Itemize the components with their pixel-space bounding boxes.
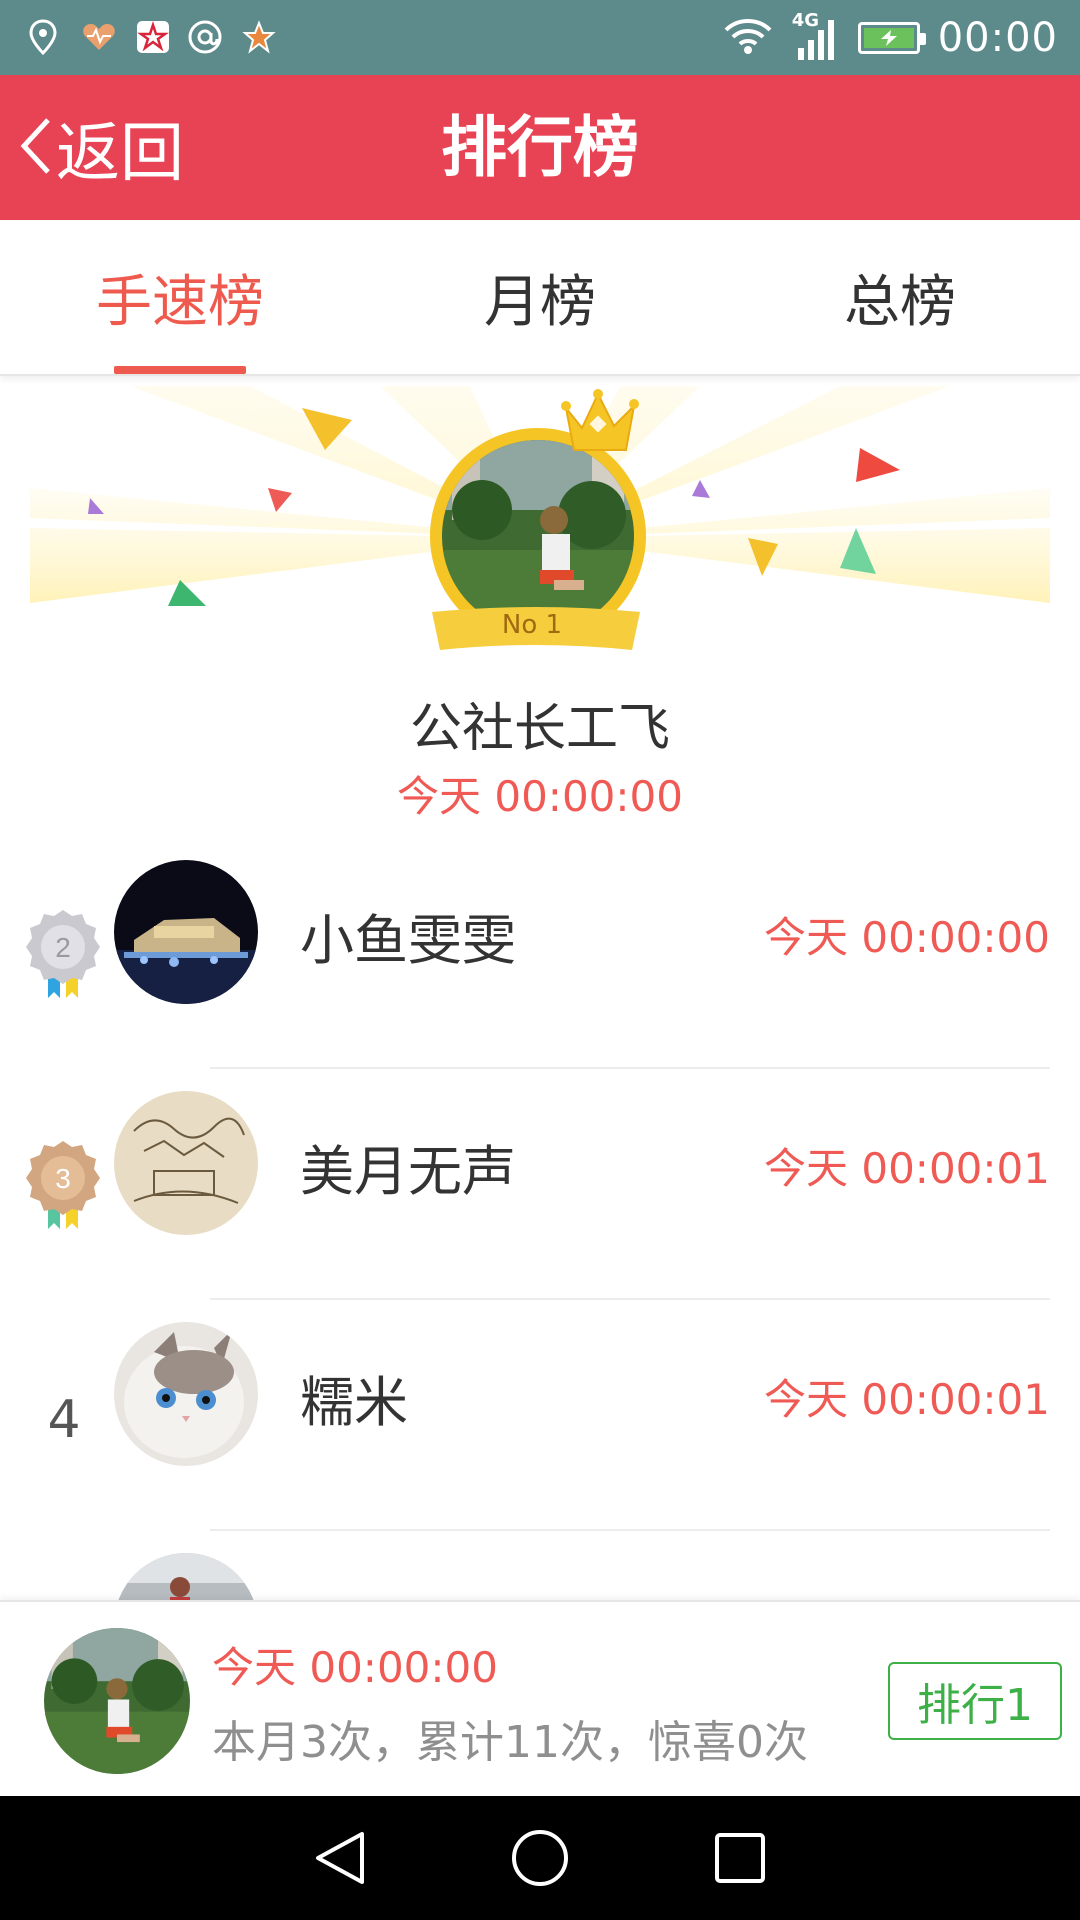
my-time: 今天 00:00:00 xyxy=(212,1643,498,1692)
ranking-row[interactable]: 2 小鱼雯雯 今天 00:00:00 xyxy=(0,838,1080,1069)
row-username: 糯米 xyxy=(300,1371,408,1434)
status-time: 00:00 xyxy=(937,15,1058,61)
bronze-medal-icon: 3 xyxy=(26,1141,100,1229)
silver-medal-icon: 2 xyxy=(26,910,100,998)
star-icon xyxy=(240,18,278,56)
champion-section: No 1 公社长工飞 今天 00:00:00 xyxy=(0,378,1080,838)
row-time: 今天 00:00:01 xyxy=(764,1375,1050,1424)
my-ranking-bar: 今天 00:00:00 本月3次，累计11次，惊喜0次 排行1 xyxy=(0,1600,1080,1796)
ranking-list[interactable]: 2 小鱼雯雯 今天 00:00:00 3 美月无声 今天 00:00:01 4 … xyxy=(0,838,1080,1600)
row-time: 今天 00:00:00 xyxy=(764,913,1050,962)
tab-total-ranking[interactable]: 总榜 xyxy=(720,220,1080,374)
status-bar: 4G 00:00 xyxy=(0,0,1080,75)
back-triangle-icon[interactable] xyxy=(300,1818,380,1898)
ranking-row[interactable]: 3 美月无声 今天 00:00:01 xyxy=(0,1069,1080,1300)
user-avatar[interactable] xyxy=(114,1553,258,1600)
tab-label: 总榜 xyxy=(844,269,956,335)
chevron-left-icon xyxy=(18,116,52,180)
champion-avatar[interactable] xyxy=(442,440,634,632)
star-badge-icon xyxy=(134,18,172,56)
ranking-row[interactable]: 4 糯米 今天 00:00:01 xyxy=(0,1300,1080,1531)
heart-rate-icon xyxy=(80,18,118,56)
active-tab-indicator xyxy=(114,366,246,374)
wifi-icon xyxy=(722,16,774,60)
champion-name: 公社长工飞 xyxy=(409,699,670,759)
my-avatar[interactable] xyxy=(44,1628,190,1774)
system-nav-bar xyxy=(0,1796,1080,1920)
battery-icon xyxy=(857,22,926,54)
tab-speed-ranking[interactable]: 手速榜 xyxy=(0,220,360,374)
signal-4g-icon: 4G xyxy=(792,10,840,62)
recents-square-icon[interactable] xyxy=(700,1818,780,1898)
back-label: 返回 xyxy=(56,116,184,191)
tab-label: 月榜 xyxy=(484,269,596,335)
tab-label: 手速榜 xyxy=(96,269,264,335)
my-stats: 本月3次，累计11次，惊喜0次 xyxy=(212,1717,808,1768)
location-pin-icon xyxy=(24,18,62,56)
no1-label: No 1 xyxy=(501,610,563,640)
rank-number: 4 xyxy=(47,1390,81,1450)
user-avatar[interactable] xyxy=(114,1091,258,1235)
ranking-row[interactable] xyxy=(0,1531,1080,1600)
home-circle-icon[interactable] xyxy=(500,1818,580,1898)
back-button[interactable]: 返回 xyxy=(18,75,184,220)
champion-time: 今天 00:00:00 xyxy=(397,772,683,821)
tab-monthly-ranking[interactable]: 月榜 xyxy=(360,220,720,374)
crown-icon xyxy=(561,389,639,451)
my-rank-button[interactable]: 排行1 xyxy=(888,1662,1062,1740)
user-avatar[interactable] xyxy=(114,1322,258,1466)
app-header: 返回 排行榜 xyxy=(0,75,1080,220)
row-username: 美月无声 xyxy=(300,1140,516,1203)
row-time: 今天 00:00:01 xyxy=(764,1144,1050,1193)
badge-number: 2 xyxy=(55,932,71,963)
row-username: 小鱼雯雯 xyxy=(300,909,516,972)
badge-number: 3 xyxy=(55,1163,71,1194)
at-sign-icon xyxy=(186,18,224,56)
user-avatar[interactable] xyxy=(114,860,258,1004)
tab-bar: 手速榜 月榜 总榜 xyxy=(0,220,1080,376)
